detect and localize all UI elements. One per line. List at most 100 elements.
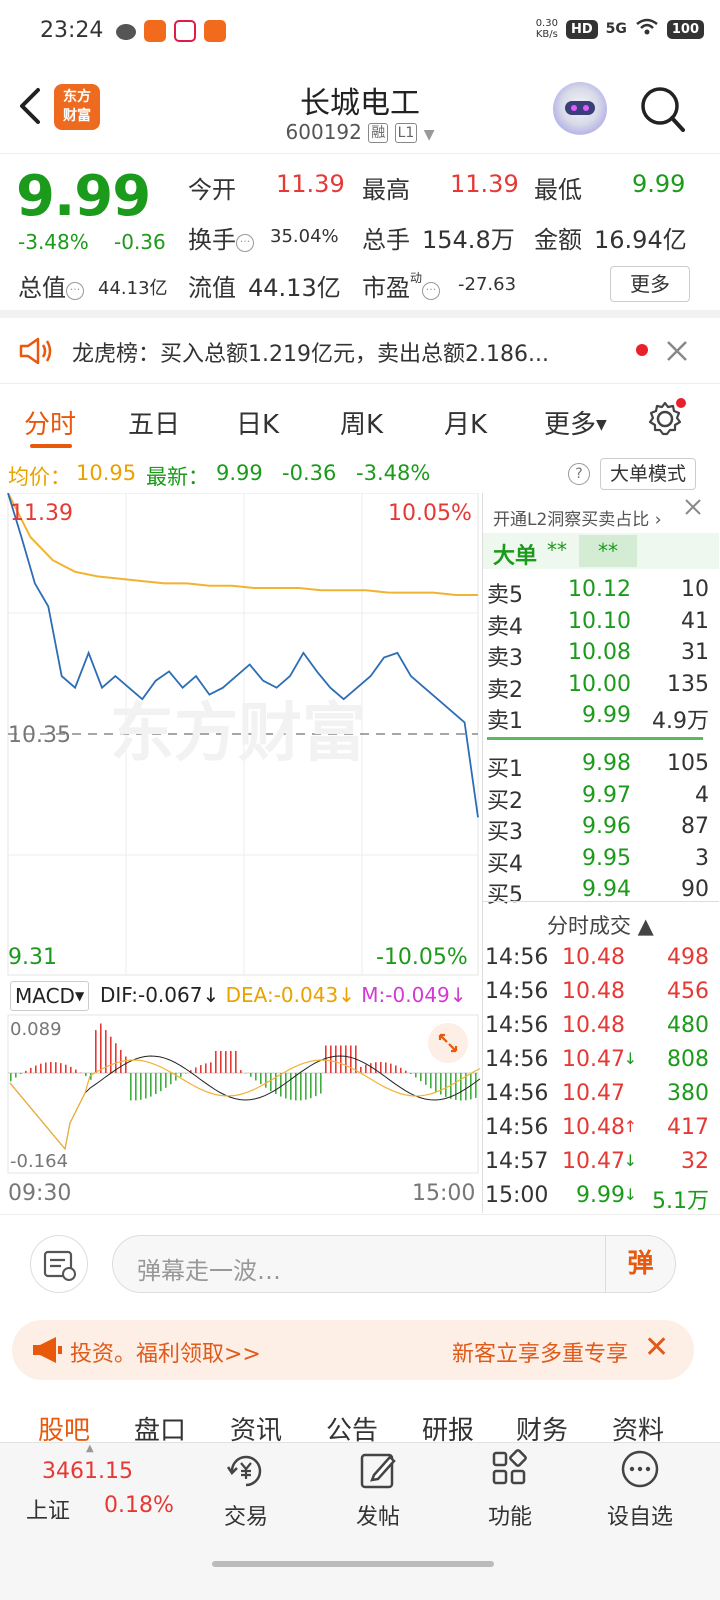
margin-tag: 融 [368,123,389,143]
danmu-input[interactable]: 弹幕走一波… 弹 [112,1235,676,1293]
macd-bar [395,1065,397,1073]
level-label: 卖5 [487,583,523,608]
danmu-settings-button[interactable] [30,1235,88,1293]
macd-bar [370,1063,372,1073]
macd-bar [365,1064,367,1073]
level-volume: 3 [695,845,709,871]
macd-bar [475,1073,477,1098]
macd-bar [445,1073,447,1097]
tab-5day[interactable]: 五日 [128,404,180,441]
trade-volume: 456 [667,979,709,1004]
tab-intraday[interactable]: 分时 [24,404,76,441]
bid-row[interactable]: 买3 9.96 87 [483,814,709,845]
expand-button[interactable] [428,1023,468,1063]
bid-row[interactable]: 买5 9.94 90 [483,877,709,908]
more-button[interactable]: 更多 [610,266,690,302]
big-order-mode-button[interactable]: 大单模式 [600,458,696,490]
macd-bar [305,1073,307,1100]
stock-name: 长城电工 [300,86,420,121]
mktcap-label: 总值 ··· [18,268,84,303]
tab-more[interactable]: 更多▼ [544,404,607,441]
macd-bar [15,1073,17,1078]
trade-arrow: ↓ [623,1151,637,1170]
low-label: 最低 [534,176,582,204]
level-tag: L1 [394,123,418,143]
macd-bar [335,1045,337,1073]
last-label: 最新： [146,465,209,489]
trade-time: 14:56 [485,1047,549,1072]
index-value[interactable]: 3461.15 [42,1459,133,1484]
level-volume: 90 [681,877,709,902]
more-dots-icon[interactable]: ··· [422,282,441,300]
trade-button[interactable]: 交易 [216,1443,276,1531]
ask-row[interactable]: 卖5 10.12 10 [483,577,709,608]
macd-bar [180,1073,182,1077]
caret-down-icon: ▼ [423,127,435,143]
trades-header[interactable]: 分时成交 ▲ [483,901,719,938]
promo-text-a: 投资。福利领取>> [70,1342,261,1367]
net-speed: 0.30 KB/s [535,18,558,40]
avg-price-bar: 均价： 10.95 最新： 9.99 -0.36 -3.48% ? 大单模式 [0,455,720,493]
turnover-value: 35.04% [270,226,339,247]
trade-volume: 32 [681,1149,709,1174]
pct-min-label: -10.05% [376,945,468,970]
trade-price: 10.47 [562,1047,625,1072]
post-button[interactable]: 发帖 [348,1443,408,1531]
intraday-chart[interactable]: 东方财富 11.39 10.05% 10.35 9.31 -10.05% MAC… [0,493,482,1213]
index-name: 上证 [26,1499,71,1524]
macd-bar [70,1066,72,1073]
trade-time: 14:57 [485,1149,549,1174]
help-icon[interactable]: ? [568,463,590,485]
close-icon[interactable] [683,497,703,517]
search-button[interactable] [640,84,686,134]
ask-row[interactable]: 卖3 10.08 31 [483,640,709,671]
trade-row: 14:56 10.48 480 [483,1013,709,1043]
level-label: 买3 [487,820,523,845]
macd-min-label: -0.164 [10,1151,69,1172]
change-amount: -0.36 [114,230,166,254]
status-right: 0.30 KB/s HD 5G 100 [536,18,704,40]
bid-row[interactable]: 买1 9.98 105 [483,751,709,782]
l2-promo[interactable]: 开通L2洞察买卖占比 › [493,505,662,530]
bid-row[interactable]: 买2 9.97 4 [483,783,709,814]
signal-icon: 5G [605,21,627,37]
macd-bar [100,1023,102,1073]
speaker-icon [19,337,52,365]
macd-bar [345,1045,347,1073]
turnover-label: 换手 ··· [188,220,254,255]
macd-bar [290,1073,292,1100]
macd-bar [240,1070,242,1073]
macd-bar [260,1073,262,1085]
wifi-icon [635,18,659,40]
level-volume: 41 [681,608,709,634]
level-price: 9.94 [582,877,631,902]
macd-bar [60,1063,62,1073]
level-label: 卖1 [487,709,523,734]
assistant-avatar[interactable] [553,82,607,136]
tab-daily-k[interactable]: 日K [236,404,279,441]
danmu-toggle-button[interactable]: 弹 [605,1236,675,1292]
close-icon[interactable]: ✕ [644,1330,669,1365]
settings-icon[interactable] [646,398,686,438]
tab-monthly-k[interactable]: 月K [444,404,487,441]
macd-bar [155,1073,157,1095]
ask-row[interactable]: 卖1 9.99 4.9万 [483,703,709,734]
promo-banner[interactable]: 投资。福利领取>> 新客立享多重专享 ✕ [12,1320,694,1380]
trade-price: 10.48 [562,1115,625,1140]
more-dots-icon[interactable]: ··· [236,234,254,252]
notice-bar[interactable]: 龙虎榜：买入总额1.219亿元，卖出总额2.186... [0,318,720,384]
close-icon[interactable] [666,340,688,362]
more-dots-icon[interactable]: ··· [66,282,84,300]
macd-bar [140,1073,142,1100]
functions-button[interactable]: 功能 [480,1443,540,1531]
tab-weekly-k[interactable]: 周K [340,404,383,441]
stock-code-line[interactable]: 600192 融 L1 ▼ [0,120,720,144]
x-end-label: 15:00 [412,1181,476,1206]
macd-bar [385,1062,387,1073]
indicator-select[interactable]: MACD▼ [10,981,90,1011]
bid-row[interactable]: 买4 9.95 3 [483,845,709,877]
add-watchlist-button[interactable]: 设自选 [604,1443,676,1531]
ask-row[interactable]: 卖4 10.10 41 [483,608,709,640]
ask-row[interactable]: 卖2 10.00 135 [483,672,709,703]
macd-bar [440,1073,442,1095]
